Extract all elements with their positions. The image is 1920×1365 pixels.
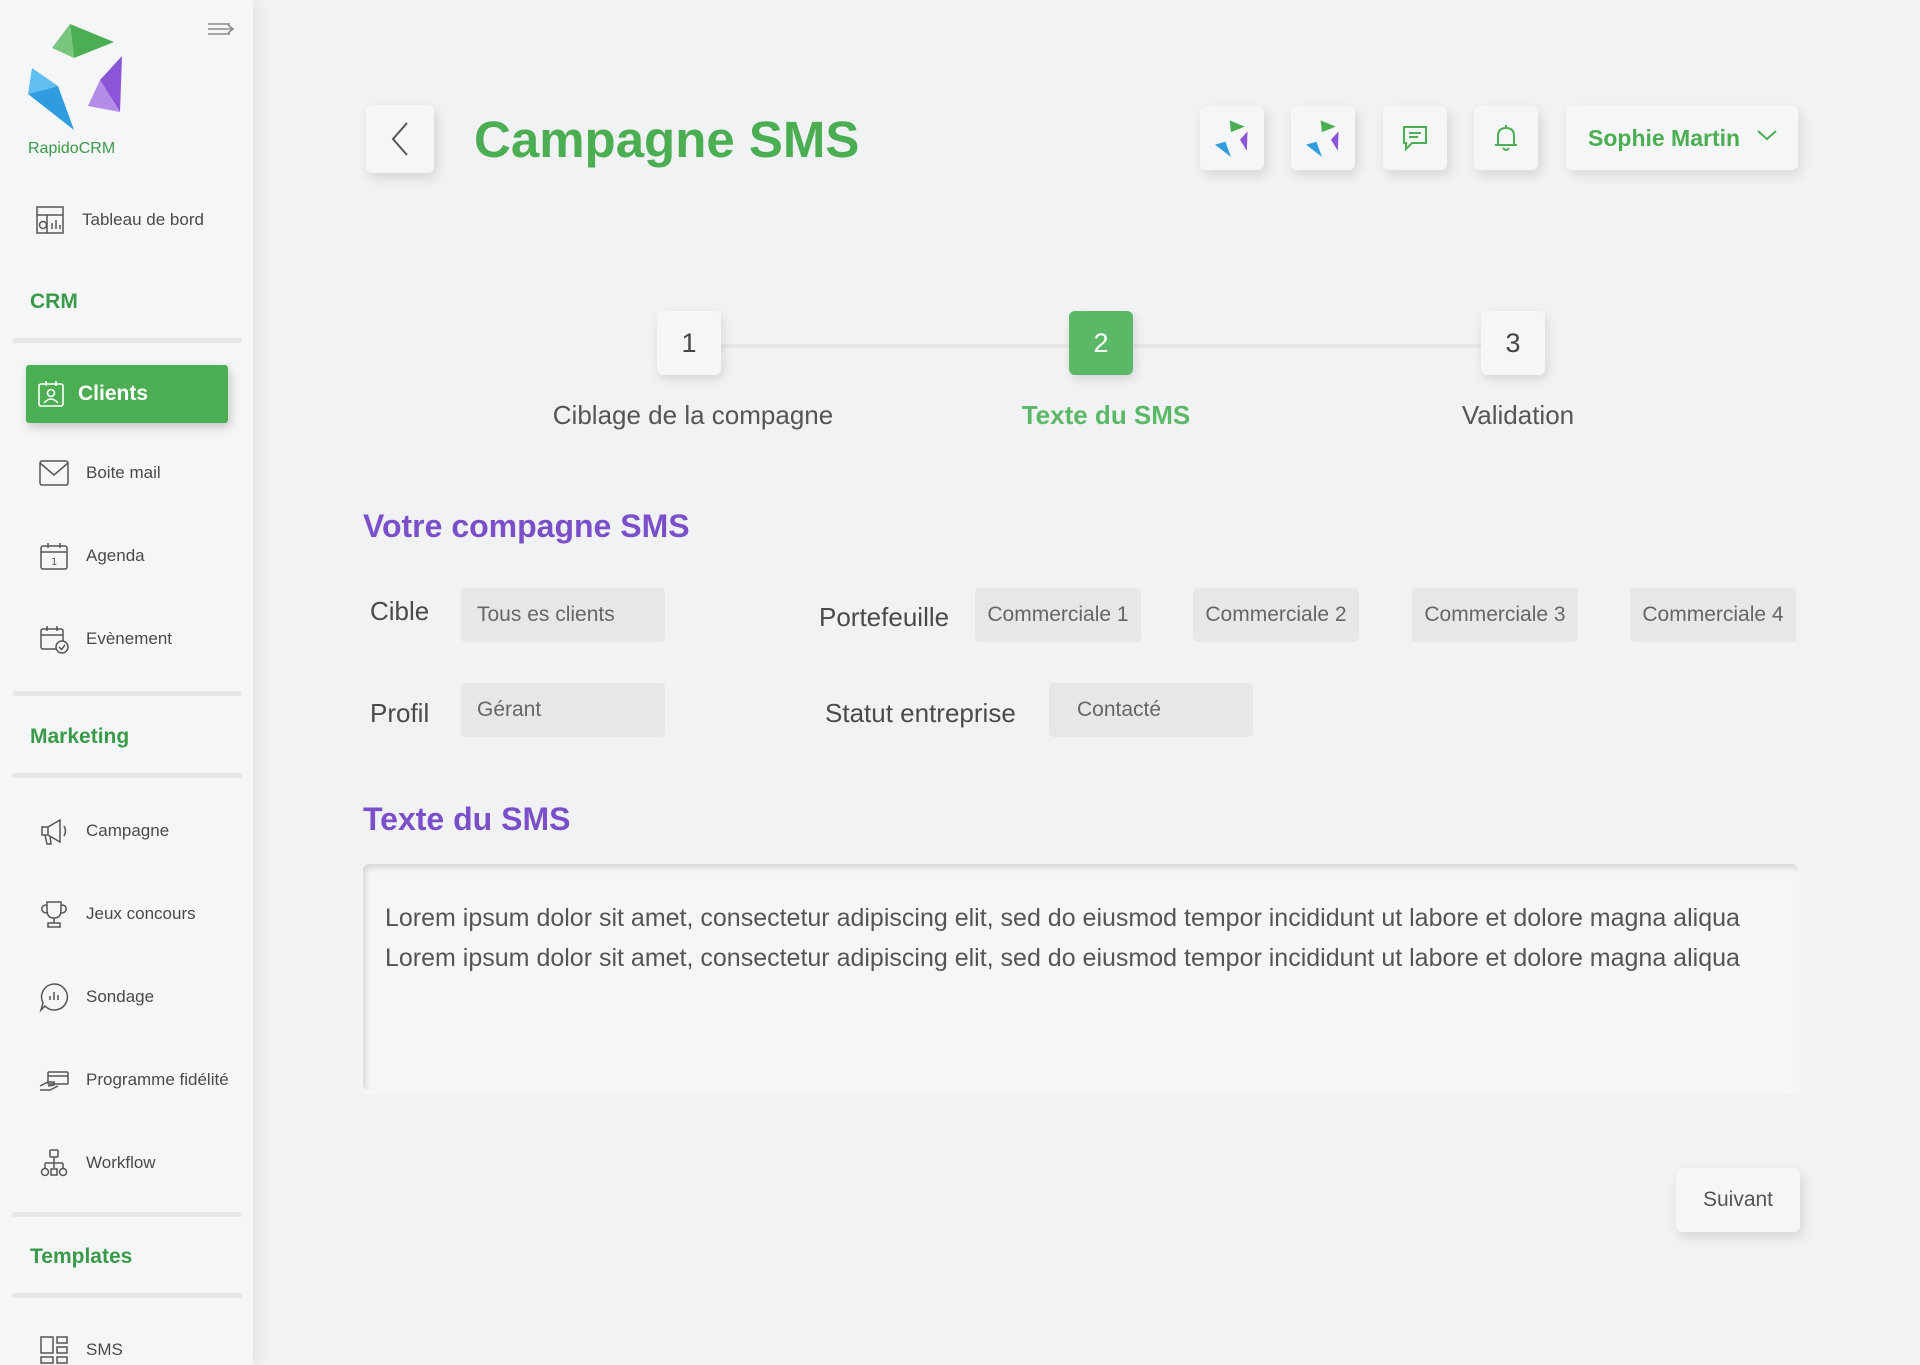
step-3-label: Validation — [1461, 400, 1575, 430]
cible-select[interactable]: Tous es clients — [461, 588, 665, 642]
step-3-indicator[interactable]: 3 — [1481, 311, 1545, 375]
brand-logo-icon — [28, 24, 122, 130]
sidebar-item-label: SMS — [86, 1340, 123, 1359]
poll-icon — [36, 979, 72, 1015]
contact-card-icon — [34, 377, 68, 411]
trophy-icon — [36, 896, 72, 932]
user-menu[interactable]: Sophie Martin — [1566, 106, 1798, 170]
sidebar-item-label: Programme fidélité — [86, 1070, 229, 1089]
sidebar-item-label: Campagne — [86, 821, 170, 840]
sidebar-item-event[interactable]: Evènement — [20, 609, 242, 669]
sidebar-item-poll[interactable]: Sondage — [20, 967, 242, 1027]
chevron-down-icon — [1757, 130, 1777, 141]
portefeuille-label: Portefeuille — [819, 602, 950, 632]
user-name: Sophie Martin — [1588, 124, 1741, 151]
section-title-marketing: Marketing — [30, 725, 130, 748]
step-2-indicator[interactable]: 2 — [1069, 311, 1133, 375]
back-button[interactable] — [366, 105, 434, 173]
divider — [12, 1212, 242, 1217]
svg-text:1: 1 — [51, 557, 57, 568]
divider — [12, 691, 242, 696]
sidebar-item-label: Sondage — [86, 987, 155, 1006]
statut-label: Statut entreprise — [825, 698, 1016, 728]
divider — [12, 773, 242, 778]
sidebar-item-loyalty[interactable]: Programme fidélité — [20, 1050, 242, 1110]
sidebar-item-clients[interactable]: Clients — [26, 365, 228, 423]
mail-icon — [36, 455, 72, 491]
sidebar-item-campaign[interactable]: Campagne — [20, 801, 242, 861]
brand-logo[interactable]: RapidoCRM — [22, 20, 132, 160]
portefeuille-option-2[interactable]: Commerciale 2 — [1193, 588, 1359, 642]
megaphone-icon — [36, 813, 72, 849]
sidebar-item-label: Boite mail — [86, 463, 161, 482]
step-2-label: Texte du SMS — [1021, 400, 1191, 430]
sidebar-item-workflow[interactable]: Workflow — [20, 1133, 242, 1193]
sidebar-item-contest[interactable]: Jeux concours — [20, 884, 242, 944]
portefeuille-option-4[interactable]: Commerciale 4 — [1630, 588, 1796, 642]
brand-logo-icon — [1304, 119, 1342, 157]
chat-icon — [1403, 126, 1427, 152]
collapse-arrow-icon — [208, 23, 235, 35]
divider — [12, 1293, 242, 1298]
brand-shortcut-button-2[interactable] — [1291, 106, 1355, 170]
sidebar-item-agenda[interactable]: 1 Agenda — [20, 526, 242, 586]
brand-logo-icon — [1213, 119, 1251, 157]
loyalty-card-icon — [36, 1062, 72, 1098]
portefeuille-option-1[interactable]: Commerciale 1 — [975, 588, 1141, 642]
campaign-section-title: Votre compagne SMS — [363, 508, 690, 544]
section-title-templates: Templates — [30, 1245, 133, 1268]
sms-section-title: Texte du SMS — [363, 801, 571, 837]
template-icon — [36, 1332, 72, 1365]
sidebar-item-label: Evènement — [86, 629, 172, 648]
divider — [12, 338, 242, 343]
page-title: Campagne SMS — [474, 111, 860, 168]
notifications-button[interactable] — [1474, 106, 1538, 170]
statut-select[interactable]: Contacté — [1049, 683, 1253, 737]
sidebar-item-sms-template[interactable]: SMS — [20, 1320, 242, 1365]
messages-button[interactable] — [1383, 106, 1447, 170]
brand-shortcut-button-1[interactable] — [1200, 106, 1264, 170]
section-title-crm: CRM — [30, 290, 78, 313]
stepper-connector — [1133, 344, 1483, 348]
event-icon — [36, 621, 72, 657]
sidebar-item-label: Workflow — [86, 1153, 156, 1172]
cible-label: Cible — [370, 596, 430, 626]
sms-text-area[interactable]: Lorem ipsum dolor sit amet, consectetur … — [363, 864, 1798, 1090]
sidebar-item-dashboard[interactable]: Tableau de bord — [16, 190, 238, 250]
brand-name: RapidoCRM — [28, 140, 116, 157]
collapse-sidebar-button[interactable] — [206, 18, 236, 40]
sidebar-item-label: Agenda — [86, 546, 145, 565]
next-button[interactable]: Suivant — [1676, 1168, 1800, 1232]
portefeuille-option-3[interactable]: Commerciale 3 — [1412, 588, 1578, 642]
sidebar-item-label: Tableau de bord — [82, 210, 204, 229]
step-1-label: Ciblage de la compagne — [552, 400, 834, 430]
sidebar: RapidoCRM Tableau de bord CRM Clients Bo… — [0, 0, 253, 1365]
sidebar-item-label: Clients — [78, 382, 149, 405]
step-1-indicator[interactable]: 1 — [657, 311, 721, 375]
chevron-left-icon — [391, 122, 408, 156]
profil-label: Profil — [370, 698, 430, 728]
sidebar-item-mail[interactable]: Boite mail — [20, 443, 242, 503]
calendar-icon: 1 — [36, 538, 72, 574]
bell-icon — [1495, 125, 1517, 151]
workflow-icon — [36, 1145, 72, 1181]
profil-select[interactable]: Gérant — [461, 683, 665, 737]
sidebar-item-label: Jeux concours — [86, 904, 196, 923]
dashboard-icon — [32, 202, 68, 238]
stepper-connector — [720, 344, 1072, 348]
